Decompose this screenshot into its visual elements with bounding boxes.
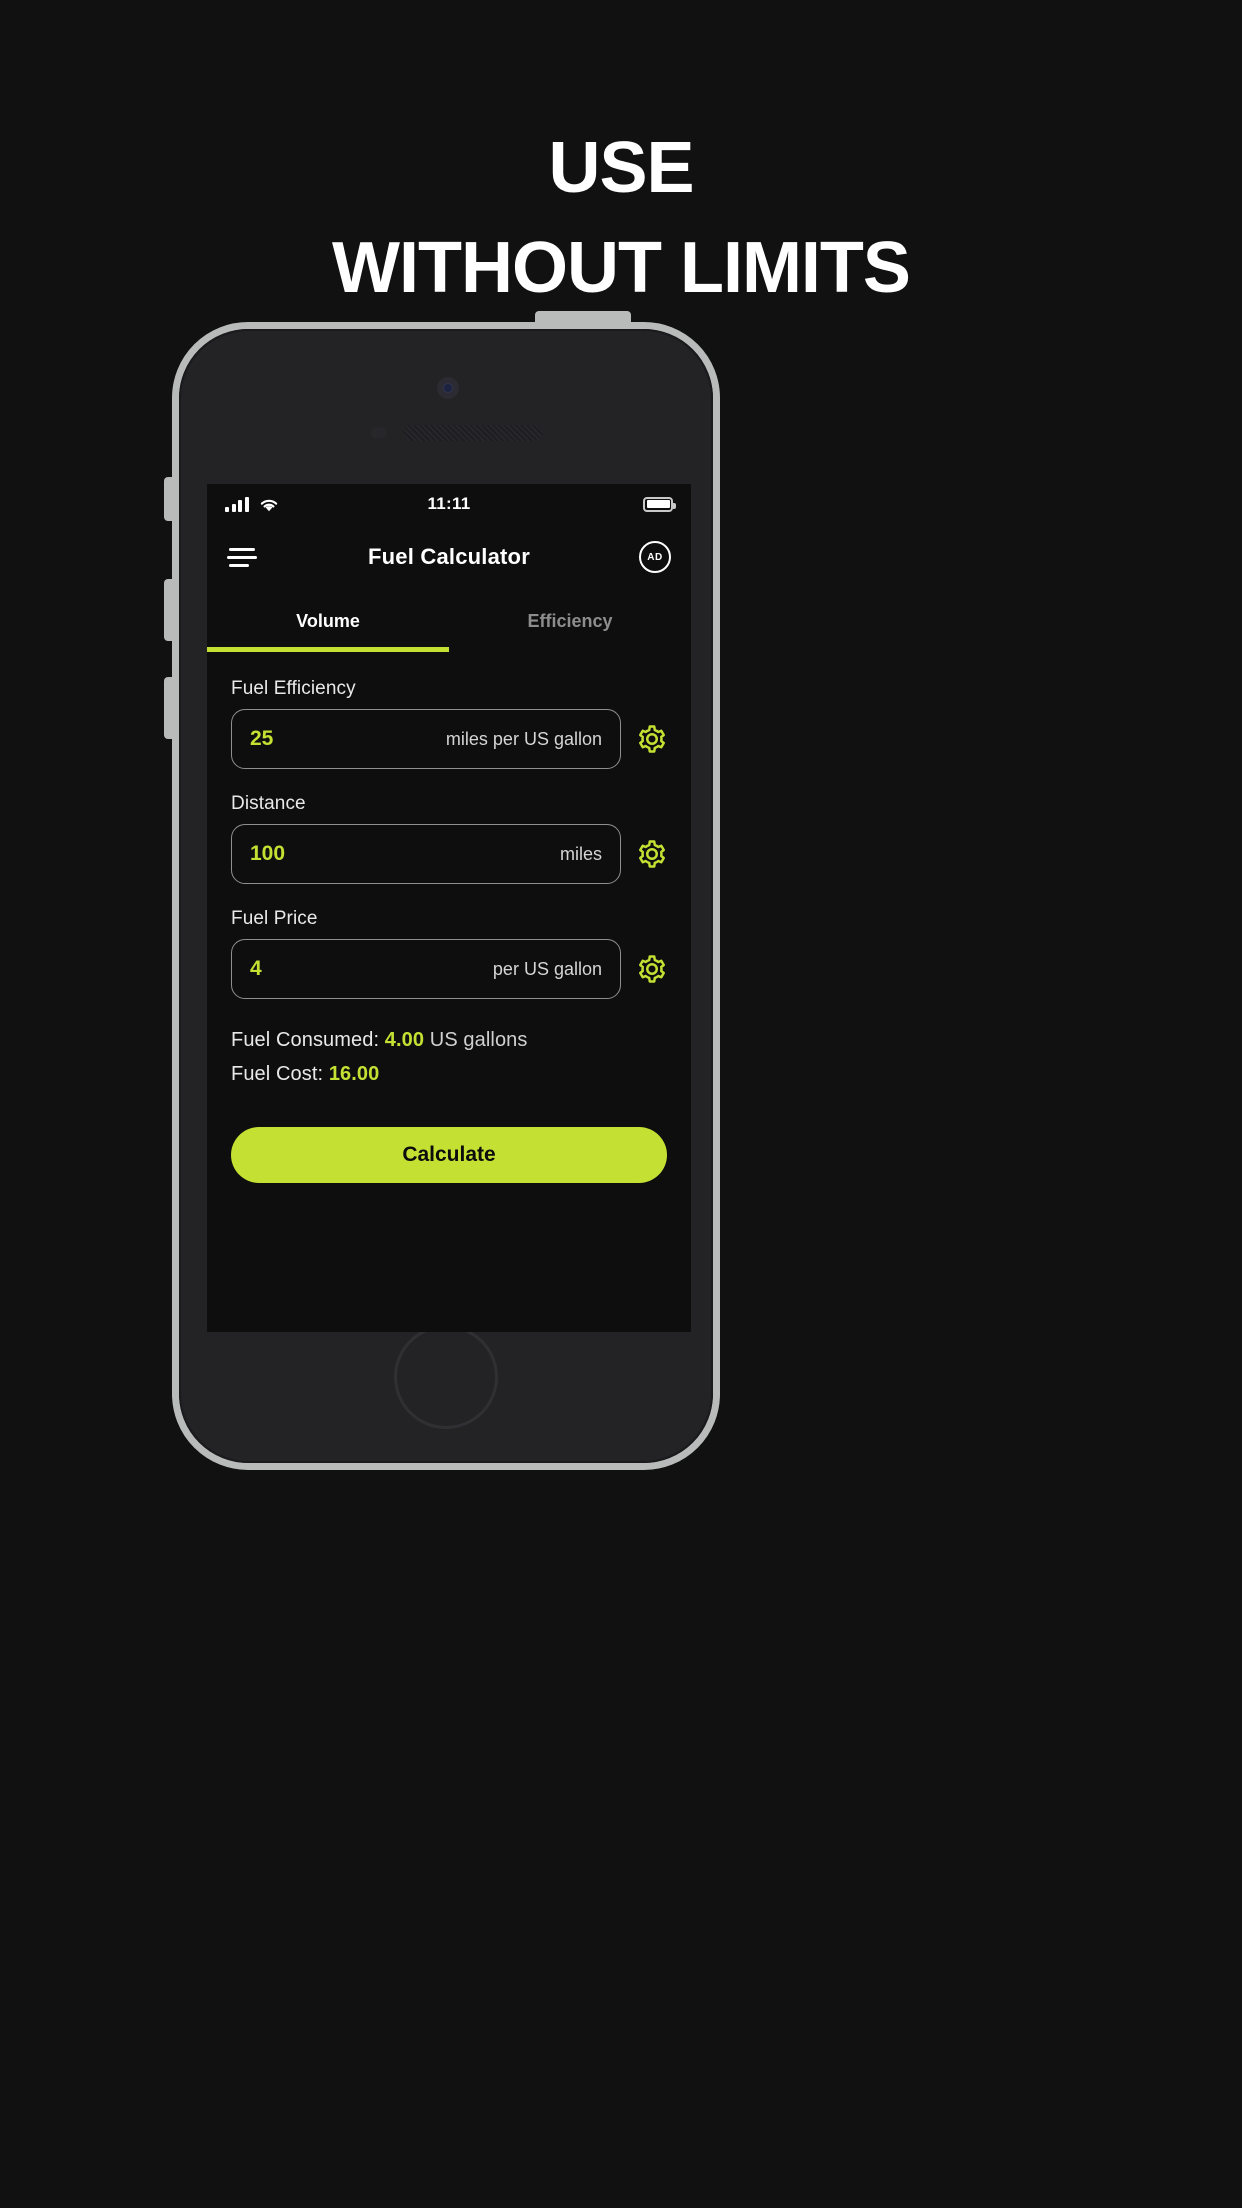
- result-fuel-cost: Fuel Cost: 16.00: [231, 1057, 667, 1091]
- fuel-price-unit: per US gallon: [492, 958, 602, 979]
- status-bar-clock: 11:11: [427, 494, 471, 513]
- distance-value: 100: [250, 842, 286, 865]
- calculate-button[interactable]: Calculate: [231, 1127, 667, 1183]
- fuel-price-value: 4: [250, 957, 262, 980]
- phone-power-button: [535, 311, 631, 325]
- phone-home-button: [394, 1325, 498, 1429]
- distance-input[interactable]: 100 miles: [231, 824, 621, 884]
- field-group-distance: Distance 100 miles: [231, 793, 667, 884]
- field-group-fuel-efficiency: Fuel Efficiency 25 miles per US gallon: [231, 678, 667, 769]
- status-bar-right: [643, 496, 676, 512]
- result-fuel-consumed: Fuel Consumed: 4.00 US gallons: [231, 1023, 667, 1057]
- field-label-fuel-price: Fuel Price: [231, 908, 318, 929]
- calculator-form: Fuel Efficiency 25 miles per US gallon D…: [207, 652, 691, 1183]
- app-bar: Fuel Calculator AD: [207, 524, 691, 590]
- page-title: Fuel Calculator: [368, 544, 530, 569]
- promo-headline-line2: WITHOUT LIMITS: [332, 228, 911, 308]
- promo-screenshot: USE WITHOUT LIMITS 11:11 Fuel Calculator…: [0, 0, 1242, 2208]
- field-row-fuel-efficiency: 25 miles per US gallon: [231, 709, 667, 769]
- gear-icon[interactable]: [637, 954, 667, 984]
- result-fuel-consumed-suffix: US gallons: [424, 1029, 528, 1051]
- result-fuel-consumed-value: 4.00: [384, 1029, 425, 1051]
- hamburger-menu-icon[interactable]: [227, 543, 257, 572]
- field-row-fuel-price: 4 per US gallon: [231, 939, 667, 999]
- result-fuel-cost-value: 16.00: [328, 1063, 380, 1085]
- phone-volume-up-button: [164, 579, 176, 641]
- fuel-efficiency-unit: miles per US gallon: [445, 728, 602, 749]
- ad-badge[interactable]: AD: [639, 541, 671, 573]
- phone-volume-down-button: [164, 677, 176, 739]
- proximity-sensor-icon: [371, 427, 387, 439]
- results-section: Fuel Consumed: 4.00 US gallons Fuel Cost…: [231, 1023, 667, 1091]
- distance-unit: miles: [559, 843, 602, 864]
- earpiece-speaker-icon: [403, 425, 543, 441]
- tab-bar: Volume Efficiency: [207, 590, 691, 652]
- status-bar: 11:11: [207, 484, 691, 524]
- fuel-efficiency-value: 25: [250, 727, 274, 750]
- phone-mockup: 11:11 Fuel Calculator AD Volume Efficien…: [164, 311, 720, 1470]
- result-fuel-cost-prefix: Fuel Cost:: [231, 1063, 329, 1085]
- field-label-distance: Distance: [231, 793, 306, 814]
- fuel-efficiency-input[interactable]: 25 miles per US gallon: [231, 709, 621, 769]
- battery-full-icon: [643, 496, 676, 512]
- promo-headline: USE WITHOUT LIMITS: [0, 118, 1242, 318]
- fuel-price-input[interactable]: 4 per US gallon: [231, 939, 621, 999]
- tab-efficiency[interactable]: Efficiency: [449, 590, 691, 652]
- field-row-distance: 100 miles: [231, 824, 667, 884]
- gear-icon[interactable]: [637, 724, 667, 754]
- tab-volume[interactable]: Volume: [207, 590, 449, 652]
- field-group-fuel-price: Fuel Price 4 per US gallon: [231, 908, 667, 999]
- result-fuel-consumed-prefix: Fuel Consumed:: [231, 1029, 385, 1051]
- phone-silent-switch: [164, 477, 176, 521]
- phone-screen: 11:11 Fuel Calculator AD Volume Efficien…: [207, 484, 691, 1332]
- gear-icon[interactable]: [637, 839, 667, 869]
- field-label-fuel-efficiency: Fuel Efficiency: [231, 678, 356, 699]
- promo-headline-line1: USE: [548, 128, 694, 208]
- front-camera-icon: [437, 377, 459, 399]
